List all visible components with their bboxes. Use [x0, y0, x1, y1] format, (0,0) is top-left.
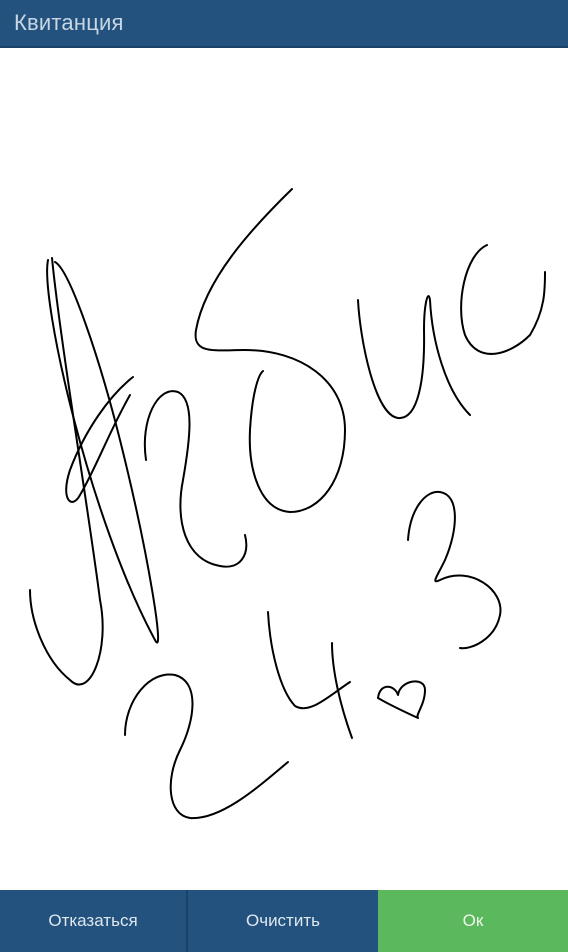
title-bar: Квитанция — [0, 0, 568, 48]
signature-stroke — [460, 244, 546, 355]
refuse-button[interactable]: Отказаться — [0, 890, 188, 952]
signature-stroke — [331, 642, 353, 739]
ok-button[interactable]: Ок — [378, 890, 568, 952]
signature-stroke — [124, 673, 289, 820]
signature-stroke — [194, 188, 346, 513]
signature-stroke — [143, 390, 248, 568]
signature-stroke — [377, 680, 426, 719]
action-bar: Отказаться Очистить Ок — [0, 890, 568, 952]
receipt-screen: Квитанция Отказаться Очистить Ок — [0, 0, 568, 952]
signature-drawing — [29, 188, 546, 820]
signature-stroke — [357, 295, 471, 420]
signature-canvas[interactable] — [0, 48, 568, 890]
page-title: Квитанция — [14, 10, 124, 35]
clear-button[interactable]: Очистить — [188, 890, 378, 952]
signature-stroke — [407, 490, 502, 650]
